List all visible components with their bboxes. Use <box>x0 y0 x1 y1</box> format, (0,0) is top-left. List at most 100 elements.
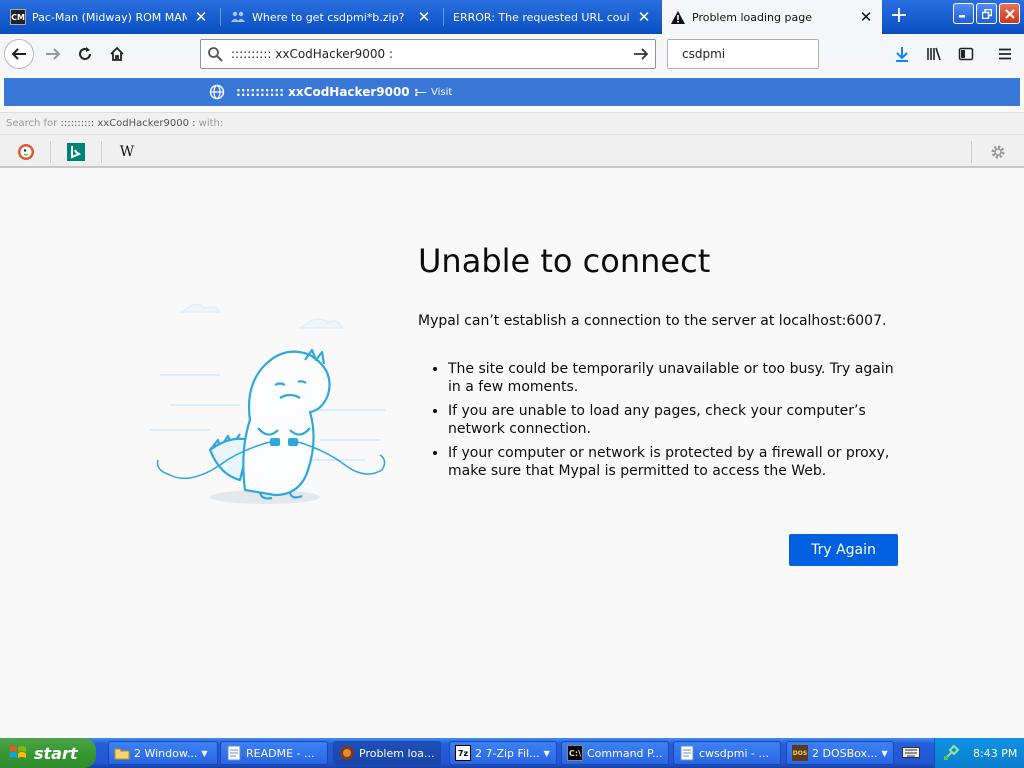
error-title: Unable to connect <box>418 242 711 280</box>
list-item: The site could be temporarily unavailabl… <box>448 360 908 396</box>
globe-icon <box>209 84 225 100</box>
notepad-icon <box>226 745 242 761</box>
close-window-button[interactable] <box>999 3 1020 24</box>
task-label: 2 Window... <box>134 746 198 760</box>
tab-problem-loading[interactable]: Problem loading page ✕ <box>662 0 882 34</box>
tab-title: Problem loading page <box>692 10 812 24</box>
list-item: If you are unable to load any pages, che… <box>448 402 908 438</box>
system-tray: 8:43 PM <box>934 738 1024 768</box>
minimize-button[interactable] <box>953 3 974 24</box>
tab-csdpmi[interactable]: Where to get csdpmi*b.zip? ✕ <box>222 2 440 32</box>
tab-title: Pac-Man (Midway) ROM MAME - C <box>32 10 187 24</box>
close-icon[interactable]: ✕ <box>193 8 209 26</box>
url-input[interactable] <box>231 47 633 61</box>
engine-separator <box>50 141 51 163</box>
task-windows-explorer[interactable]: 2 Window... ▼ <box>108 741 218 765</box>
search-icon <box>208 47 223 62</box>
tab-strip: CM Pac-Man (Midway) ROM MAME - C ✕ Where… <box>0 0 1024 34</box>
error-page: Unable to connect Mypal can’t establish … <box>0 170 1024 738</box>
taskbar: start 2 Window... ▼ README - ... Problem… <box>0 738 1024 768</box>
downloads-button[interactable] <box>890 42 914 66</box>
mypal-icon <box>339 745 355 761</box>
try-again-button[interactable]: Try Again <box>789 534 898 566</box>
search-for-row: Search for :::::::::: xxCodHacker9000 : … <box>0 112 1024 134</box>
tab-pacman[interactable]: CM Pac-Man (Midway) ROM MAME - C ✕ <box>2 2 217 32</box>
tab-title: Where to get csdpmi*b.zip? <box>252 10 405 24</box>
close-icon[interactable]: ✕ <box>636 8 652 26</box>
search-bar[interactable] <box>667 39 832 69</box>
back-arrow-icon <box>11 48 26 60</box>
arcade-icon: CM <box>10 9 26 25</box>
engine-separator <box>101 141 102 163</box>
task-label: Problem loa... <box>359 746 435 760</box>
search-for-suffix: with: <box>198 118 224 129</box>
task-dosbox[interactable]: DOS 2 DOSBox... ▼ <box>786 741 894 765</box>
engine-separator <box>971 141 972 163</box>
7zip-icon: 7z <box>455 745 471 761</box>
sidebar-button[interactable] <box>954 42 978 66</box>
windows-flag-icon <box>10 746 26 758</box>
task-label: Command P... <box>587 746 663 760</box>
task-command-prompt[interactable]: C:\ Command P... <box>561 741 669 765</box>
list-item: If your computer or network is protected… <box>448 444 908 480</box>
folder-icon <box>114 745 130 761</box>
forum-icon <box>230 9 246 25</box>
tab-error[interactable]: ERROR: The requested URL could not ✕ <box>445 2 660 32</box>
cmd-icon: C:\ <box>567 745 583 761</box>
task-label: 2 7-Zip Fil... <box>475 746 540 760</box>
forward-button[interactable] <box>38 39 68 69</box>
wikipedia-icon[interactable]: W <box>118 143 136 161</box>
chevron-down-icon: ▼ <box>881 748 888 758</box>
restore-button[interactable] <box>976 3 997 24</box>
close-icon[interactable]: ✕ <box>858 8 874 26</box>
task-label: README - ... <box>246 746 315 760</box>
search-for-prefix: Search for <box>6 118 58 129</box>
menu-button[interactable] <box>993 42 1017 66</box>
go-arrow-icon[interactable] <box>633 46 649 62</box>
start-label: start <box>34 743 78 763</box>
search-engine-bar: W <box>0 134 1024 168</box>
close-icon[interactable]: ✕ <box>416 8 432 26</box>
notepad-icon <box>679 745 695 761</box>
task-label: 2 DOSBox... <box>812 746 878 760</box>
back-button[interactable] <box>4 39 34 69</box>
keyboard-icon[interactable] <box>902 745 920 759</box>
home-button[interactable] <box>102 39 132 69</box>
task-cwsdpmi[interactable]: cwsdpmi - ... <box>673 741 781 765</box>
navigation-toolbar <box>0 34 1024 74</box>
task-7zip[interactable]: 7z 2 7-Zip Fil... ▼ <box>449 741 557 765</box>
suggestion-dash: — <box>415 85 427 99</box>
bing-icon[interactable] <box>67 143 85 161</box>
tab-title: ERROR: The requested URL could not <box>453 10 630 24</box>
task-label: cwsdpmi - ... <box>699 746 769 760</box>
tab-separator <box>220 8 221 26</box>
reload-icon <box>79 47 91 60</box>
settings-gear-icon[interactable] <box>989 143 1007 161</box>
new-tab-button[interactable]: + <box>886 4 912 30</box>
hamburger-menu-icon <box>999 48 1011 60</box>
duckduckgo-icon[interactable] <box>17 143 35 161</box>
tab-separator <box>443 8 444 26</box>
forward-arrow-icon <box>46 48 61 60</box>
download-icon <box>896 47 908 62</box>
suggestion-action: Visit <box>431 87 453 98</box>
clock[interactable]: 8:43 PM <box>973 747 1017 760</box>
warning-icon <box>670 9 686 25</box>
library-button[interactable] <box>922 42 946 66</box>
reload-button[interactable] <box>70 39 100 69</box>
task-mypal[interactable]: Problem loa... <box>333 741 441 765</box>
url-bar[interactable] <box>200 39 656 69</box>
window-controls <box>953 3 1020 24</box>
sidebar-icon <box>958 47 974 61</box>
task-readme[interactable]: README - ... <box>220 741 328 765</box>
search-input[interactable] <box>682 47 832 61</box>
home-icon <box>110 46 124 61</box>
library-icon <box>927 47 941 61</box>
chevron-down-icon: ▼ <box>201 748 208 758</box>
url-suggestion-row[interactable]: :::::::::: xxCodHacker9000 : — Visit <box>4 78 1020 106</box>
chevron-down-icon: ▼ <box>543 748 550 758</box>
error-description: Mypal can’t establish a connection to th… <box>418 313 887 329</box>
start-button[interactable]: start <box>0 738 96 768</box>
safely-remove-hardware-icon[interactable] <box>943 745 959 761</box>
error-suggestions-list: The site could be temporarily unavailabl… <box>448 360 908 486</box>
